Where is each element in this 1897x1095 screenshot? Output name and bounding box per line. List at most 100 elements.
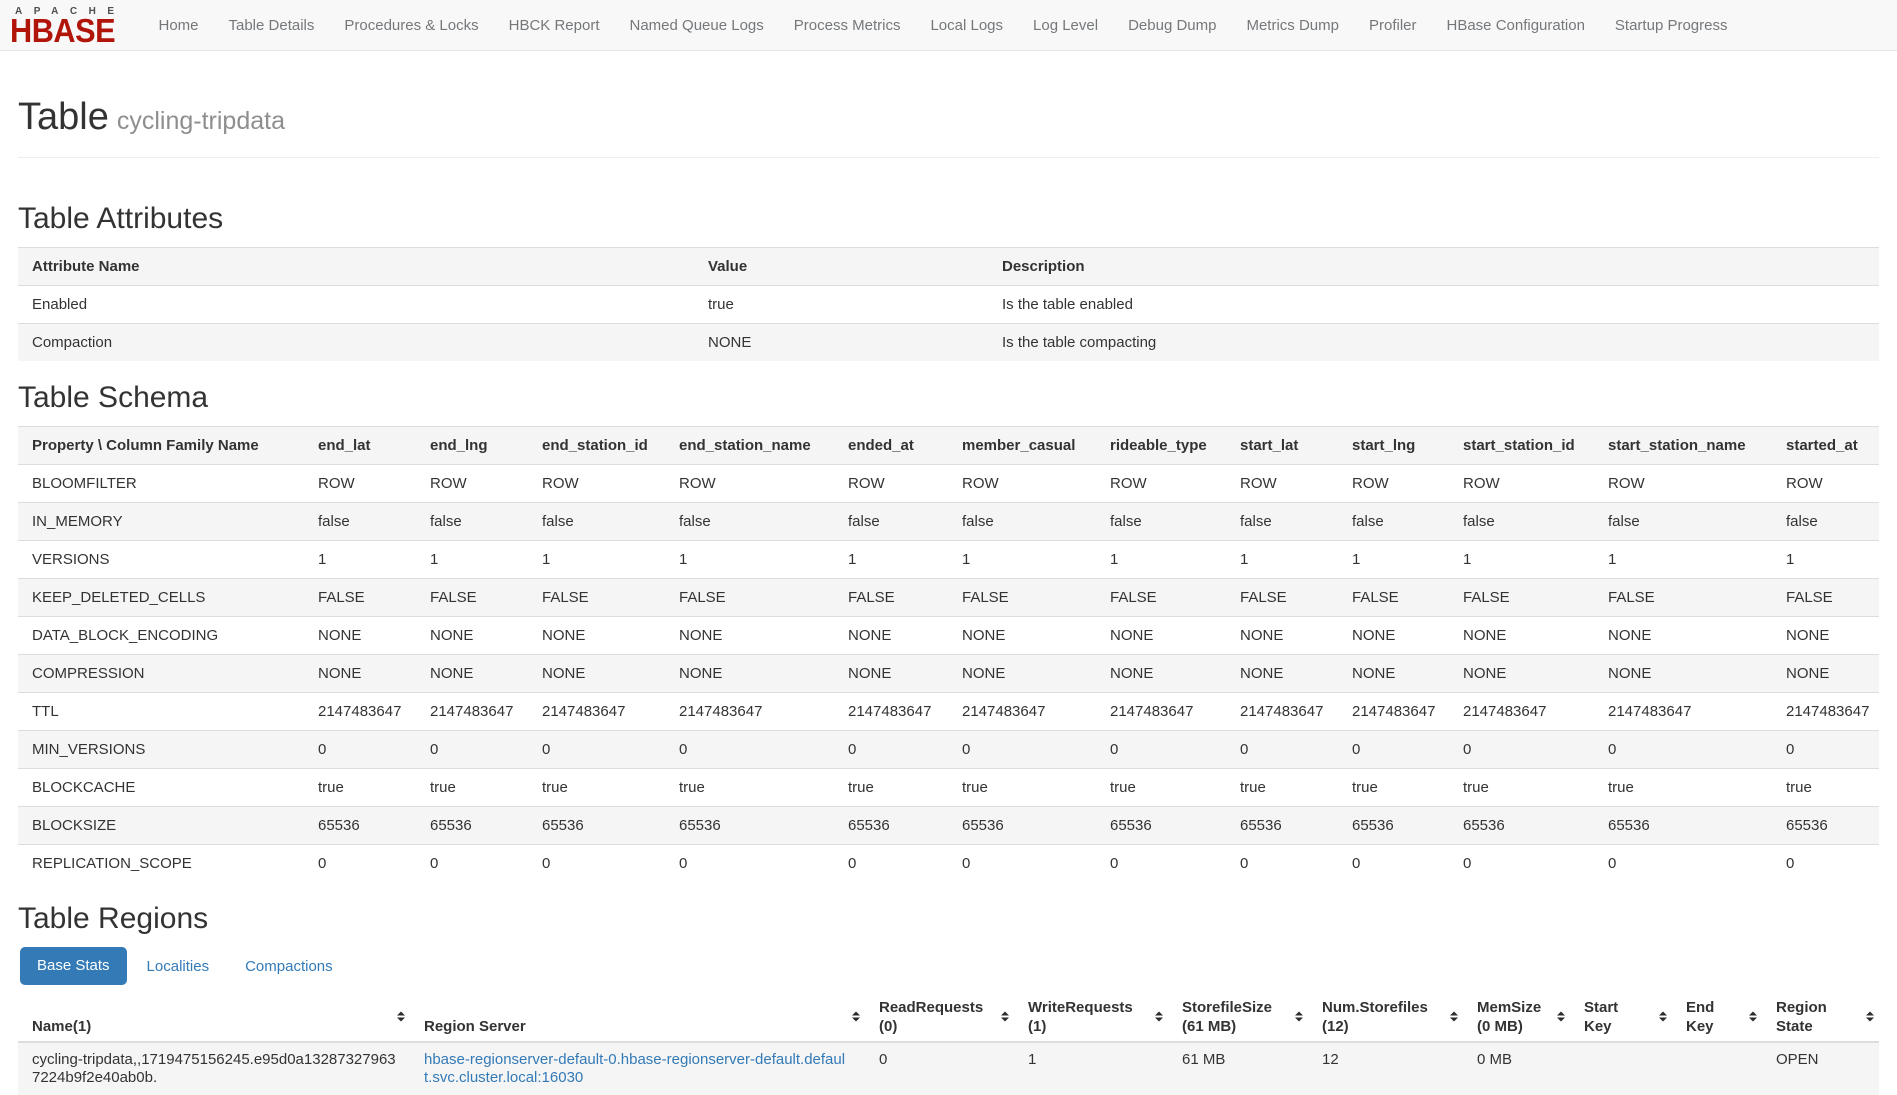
property-name-cell: DATA_BLOCK_ENCODING	[18, 617, 304, 655]
nav-link-procedures-locks[interactable]: Procedures & Locks	[329, 0, 493, 51]
tab-localities[interactable]: Localities	[131, 948, 226, 985]
nav-link-table-details[interactable]: Table Details	[214, 0, 330, 51]
table-cell: ROW	[416, 465, 528, 503]
nav-link-hbck-report[interactable]: HBCK Report	[494, 0, 615, 51]
sort-icon	[397, 1012, 405, 1023]
nav-link-local-logs[interactable]: Local Logs	[915, 0, 1018, 51]
table-cell: NONE	[694, 324, 988, 362]
table-cell: 0	[528, 845, 665, 883]
table-cell: FALSE	[528, 579, 665, 617]
column-header-region-state[interactable]: RegionState	[1762, 993, 1879, 1042]
nav-link-home[interactable]: Home	[143, 0, 213, 51]
column-header-start-station-id: start_station_id	[1449, 427, 1594, 465]
table-cell: ROW	[1096, 465, 1226, 503]
column-header-writerequests-1[interactable]: WriteRequests(1)	[1014, 993, 1168, 1042]
table-cell: NONE	[1096, 655, 1226, 693]
sort-icon	[1001, 1012, 1009, 1023]
table-cell: NONE	[1096, 617, 1226, 655]
nav-menu: HomeTable DetailsProcedures & LocksHBCK …	[143, 0, 1742, 51]
table-cell: NONE	[1594, 655, 1772, 693]
property-name-cell: MIN_VERSIONS	[18, 731, 304, 769]
table-cell: true	[304, 769, 416, 807]
table-cell: 0	[528, 731, 665, 769]
nav-link-debug-dump[interactable]: Debug Dump	[1113, 0, 1231, 51]
table-cell: NONE	[1594, 617, 1772, 655]
table-cell: 2147483647	[1449, 693, 1594, 731]
table-cell: true	[694, 286, 988, 324]
region-server-link[interactable]: hbase-regionserver-default-0.hbase-regio…	[424, 1051, 845, 1086]
table-cell: false	[665, 503, 834, 541]
attributes-heading: Table Attributes	[18, 202, 1879, 236]
column-header-rideable-type: rideable_type	[1096, 427, 1226, 465]
nav-link-named-queue-logs[interactable]: Named Queue Logs	[615, 0, 779, 51]
table-cell: true	[1226, 769, 1338, 807]
table-cell: 65536	[948, 807, 1096, 845]
table-cell: 0	[948, 845, 1096, 883]
logo-hbase-text: HBASE	[10, 17, 117, 45]
sort-icon	[1295, 1012, 1303, 1023]
table-cell: NONE	[528, 655, 665, 693]
column-header-end-key[interactable]: EndKey	[1672, 993, 1762, 1042]
column-header-member-casual: member_casual	[948, 427, 1096, 465]
page-header: Tablecycling-tripdata	[18, 95, 1879, 158]
table-cell: 2147483647	[1096, 693, 1226, 731]
table-cell: FALSE	[1594, 579, 1772, 617]
column-header-start-lat: start_lat	[1226, 427, 1338, 465]
table-cell: OPEN	[1762, 1042, 1879, 1095]
column-header-storefilesize-61-mb[interactable]: StorefileSize(61 MB)	[1168, 993, 1308, 1042]
table-cell: 1	[304, 541, 416, 579]
property-name-cell: VERSIONS	[18, 541, 304, 579]
column-header-started-at: started_at	[1772, 427, 1879, 465]
table-cell: NONE	[834, 655, 948, 693]
table-cell: 12	[1308, 1042, 1463, 1095]
table-cell: 65536	[416, 807, 528, 845]
schema-row-bloomfilter: BLOOMFILTERROWROWROWROWROWROWROWROWROWRO…	[18, 465, 1879, 503]
table-cell: true	[416, 769, 528, 807]
column-header-readrequests-0[interactable]: ReadRequests(0)	[865, 993, 1014, 1042]
table-cell: 0	[865, 1042, 1014, 1095]
nav-link-process-metrics[interactable]: Process Metrics	[779, 0, 916, 51]
nav-link-startup-progress[interactable]: Startup Progress	[1600, 0, 1743, 51]
tab-compactions[interactable]: Compactions	[229, 948, 349, 985]
table-cell: 1	[1449, 541, 1594, 579]
table-cell: 0	[304, 731, 416, 769]
table-cell: FALSE	[834, 579, 948, 617]
column-header-start-key[interactable]: StartKey	[1570, 993, 1672, 1042]
table-cell: 0	[304, 845, 416, 883]
hbase-logo[interactable]: APACHE HBASE	[10, 5, 125, 45]
schema-heading: Table Schema	[18, 381, 1879, 415]
nav-link-log-level[interactable]: Log Level	[1018, 0, 1113, 51]
tab-base-stats[interactable]: Base Stats	[20, 947, 127, 985]
nav-link-metrics-dump[interactable]: Metrics Dump	[1231, 0, 1354, 51]
table-cell: false	[1594, 503, 1772, 541]
attributes-header-row: Attribute NameValueDescription	[18, 248, 1879, 286]
table-cell: 65536	[1594, 807, 1772, 845]
table-cell: false	[834, 503, 948, 541]
table-cell: NONE	[948, 655, 1096, 693]
table-cell: 2147483647	[1594, 693, 1772, 731]
sort-icon	[1155, 1012, 1163, 1023]
table-cell: false	[304, 503, 416, 541]
table-cell: NONE	[665, 617, 834, 655]
nav-link-profiler[interactable]: Profiler	[1354, 0, 1432, 51]
table-cell: 1	[665, 541, 834, 579]
schema-row-blocksize: BLOCKSIZE6553665536655366553665536655366…	[18, 807, 1879, 845]
table-cell: true	[1772, 769, 1879, 807]
table-cell: 0	[948, 731, 1096, 769]
column-header-region-server[interactable]: Region Server	[410, 993, 865, 1042]
table-cell: 65536	[1096, 807, 1226, 845]
table-cell: false	[1449, 503, 1594, 541]
table-cell: false	[1226, 503, 1338, 541]
column-header-num-storefiles-12[interactable]: Num.Storefiles(12)	[1308, 993, 1463, 1042]
table-cell: FALSE	[948, 579, 1096, 617]
table-cell: false	[948, 503, 1096, 541]
column-header-description: Description	[988, 248, 1879, 286]
column-header-name-1[interactable]: Name(1)	[18, 993, 410, 1042]
attributes-table: Attribute NameValueDescriptionEnabledtru…	[18, 247, 1879, 361]
table-cell: ROW	[1338, 465, 1449, 503]
nav-link-hbase-configuration[interactable]: HBase Configuration	[1432, 0, 1600, 51]
table-cell: 2147483647	[1226, 693, 1338, 731]
column-header-memsize-0-mb[interactable]: MemSize(0 MB)	[1463, 993, 1570, 1042]
table-cell: 0	[416, 845, 528, 883]
table-cell: false	[416, 503, 528, 541]
